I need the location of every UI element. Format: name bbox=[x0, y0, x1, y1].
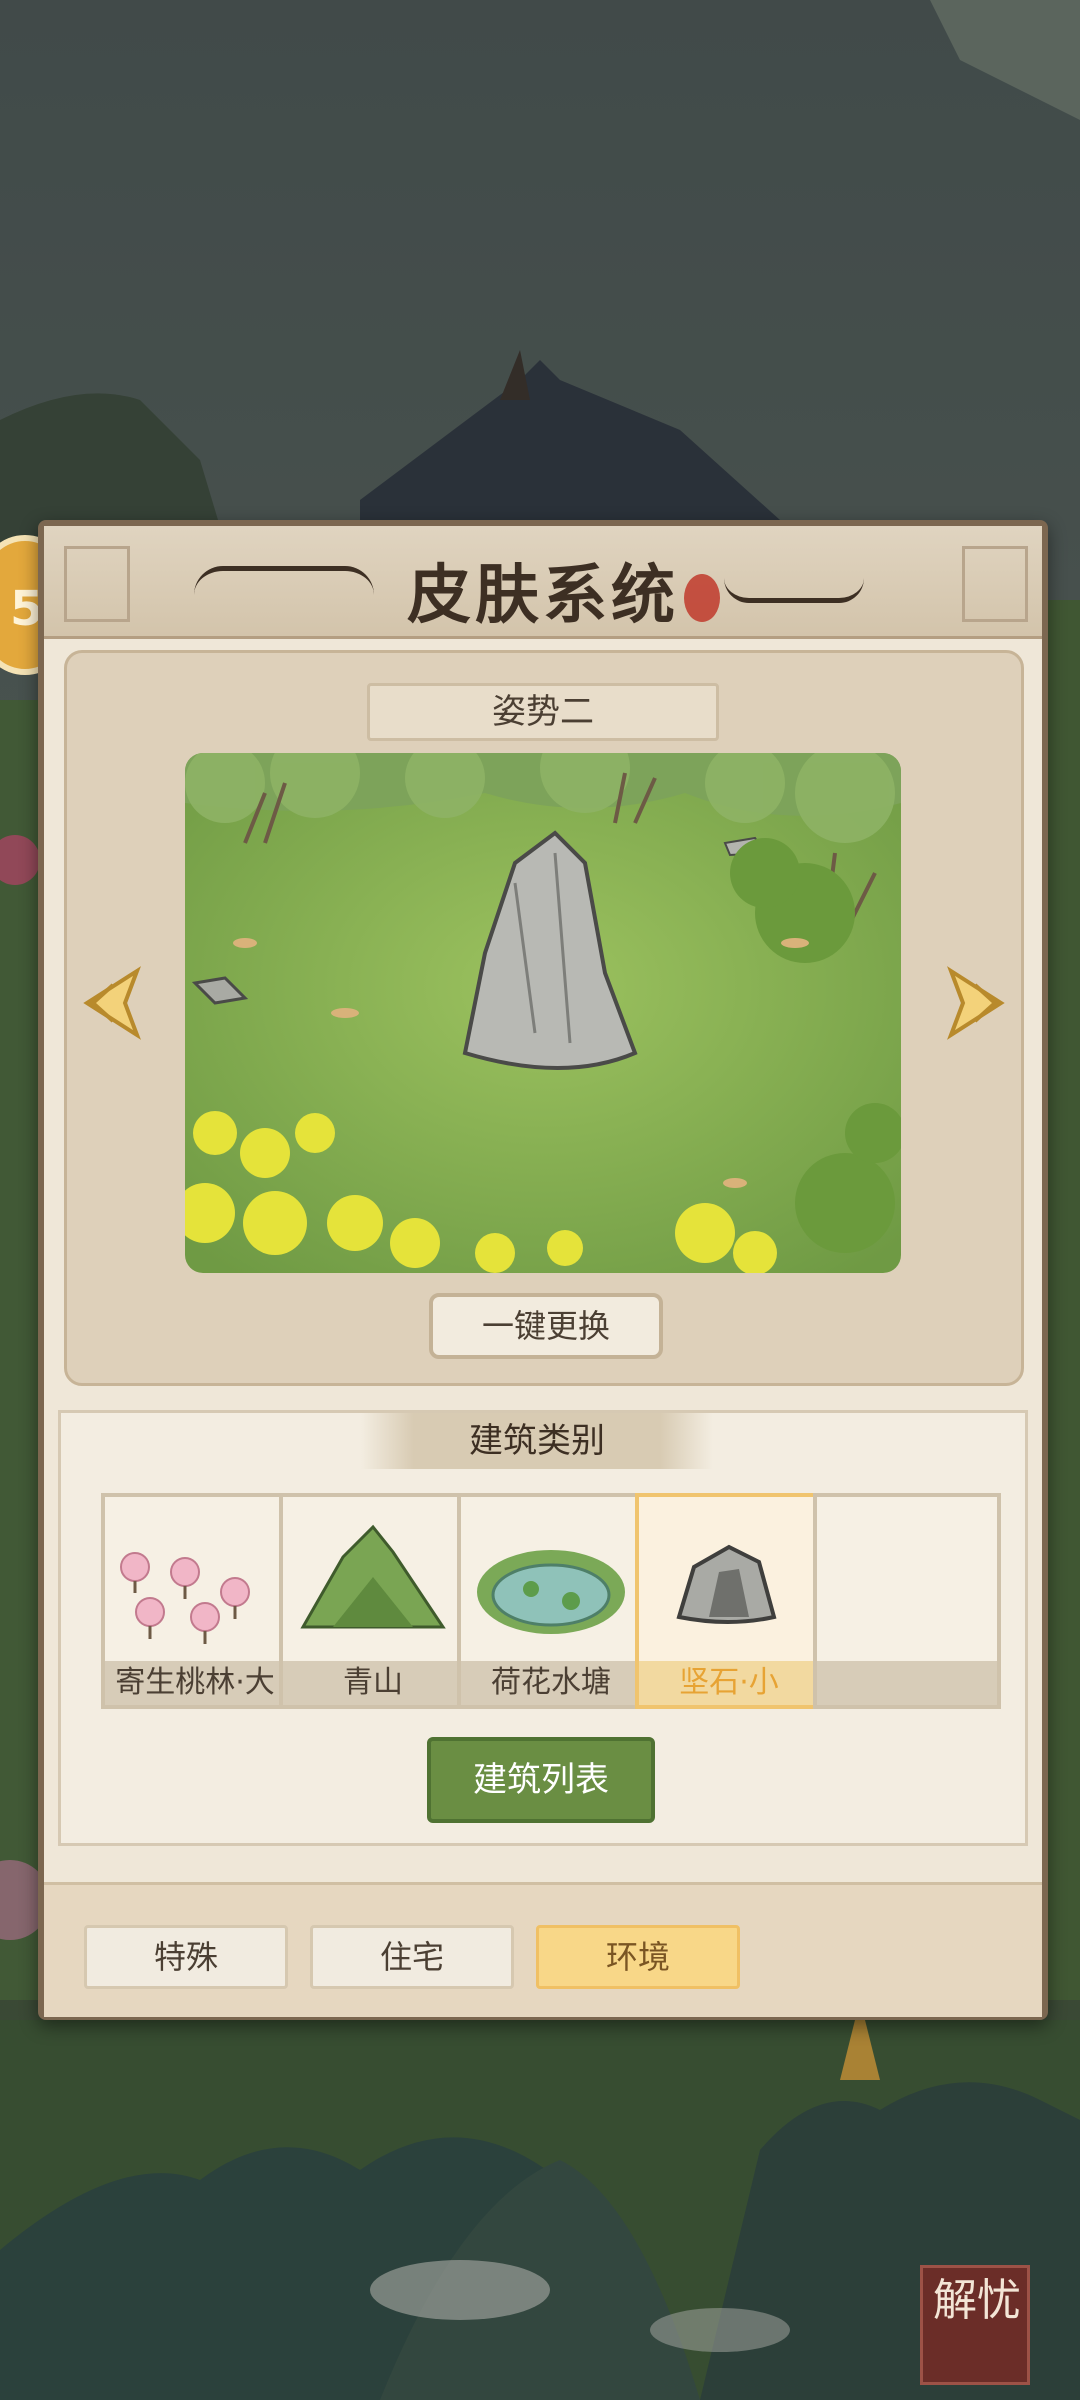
skin-preview-box: 姿势二 一键更换 bbox=[64, 650, 1024, 1386]
lotus-pond-icon bbox=[477, 1550, 625, 1634]
category-card[interactable]: 荷花水塘 bbox=[457, 1493, 645, 1709]
building-category-section: 建筑类别 寄生桃林·大 青山 荷花水塘 坚石·小 建筑列表 bbox=[58, 1410, 1028, 1846]
red-seal-icon bbox=[684, 574, 720, 622]
peach-grove-icon bbox=[120, 1552, 250, 1644]
category-card-selected[interactable]: 坚石·小 bbox=[635, 1493, 823, 1709]
rock-icon bbox=[676, 1544, 777, 1624]
one-click-swap-button[interactable]: 一键更换 bbox=[429, 1293, 663, 1359]
jieyou-label: 解忧 bbox=[933, 2275, 1021, 2326]
panel-header: 皮肤系统 bbox=[44, 526, 1042, 639]
category-tab-bar: 特殊 住宅 环境 bbox=[44, 1882, 1042, 2017]
category-card-label: 荷花水塘 bbox=[461, 1661, 641, 1705]
category-title: 建筑类别 bbox=[361, 1413, 713, 1469]
category-card[interactable]: 寄生桃林·大 bbox=[101, 1493, 289, 1709]
skin-system-panel: 皮肤系统 姿势二 一键更换 建筑类别 寄生桃林·大 青山 荷花水塘 坚石·小 建… bbox=[38, 520, 1048, 2020]
chevron-left-icon[interactable] bbox=[77, 963, 147, 1043]
chevron-right-icon[interactable] bbox=[941, 963, 1011, 1043]
category-card-list[interactable]: 寄生桃林·大 青山 荷花水塘 坚石·小 bbox=[101, 1493, 1003, 1713]
building-list-button[interactable]: 建筑列表 bbox=[427, 1737, 655, 1823]
category-card-label: 寄生桃林·大 bbox=[105, 1661, 285, 1705]
category-card[interactable]: 青山 bbox=[279, 1493, 467, 1709]
category-card-label bbox=[817, 1661, 997, 1705]
jieyou-button[interactable]: 解忧 bbox=[920, 2265, 1030, 2385]
category-card-partial[interactable] bbox=[813, 1493, 1001, 1709]
skin-preview-image bbox=[185, 753, 901, 1273]
category-card-label: 坚石·小 bbox=[639, 1661, 819, 1705]
tab-environment[interactable]: 环境 bbox=[536, 1925, 740, 1989]
tab-special[interactable]: 特殊 bbox=[84, 1925, 288, 1989]
panel-title: 皮肤系统 bbox=[407, 558, 679, 633]
category-card-label: 青山 bbox=[283, 1661, 463, 1705]
pose-label: 姿势二 bbox=[367, 683, 719, 741]
green-mountain-icon bbox=[300, 1524, 446, 1629]
tab-residence[interactable]: 住宅 bbox=[310, 1925, 514, 1989]
